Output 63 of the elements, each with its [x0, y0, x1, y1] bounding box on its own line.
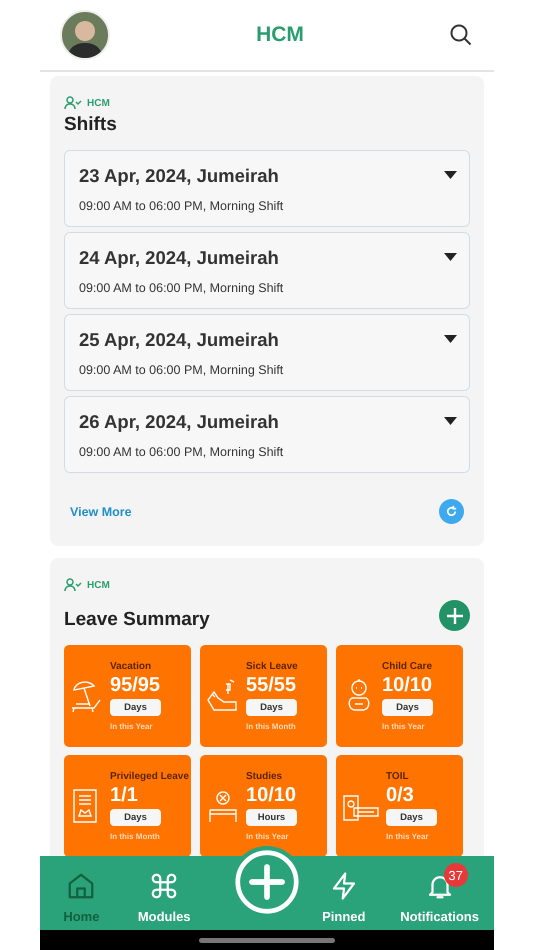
- caret-icon: [444, 253, 457, 261]
- leave-type: TOIL: [386, 771, 409, 782]
- leave-unit: Days: [382, 699, 433, 716]
- leave-tile[interactable]: TOIL 0/3 Days In this Year: [336, 755, 463, 856]
- leave-balance: 55/55: [246, 674, 296, 697]
- leave-period: In this Year: [382, 722, 425, 731]
- shift-date: 26 Apr, 2024, Jumeirah: [79, 410, 279, 432]
- leave-unit: Hours: [246, 809, 297, 826]
- module-label: HCM: [87, 580, 110, 590]
- leave-tile[interactable]: Child Care 10/10 Days In this Year: [336, 645, 463, 747]
- card-title: Shifts: [64, 114, 118, 136]
- leave-unit: Days: [246, 699, 297, 716]
- caret-icon: [444, 335, 457, 343]
- leave-balance: 10/10: [246, 784, 296, 807]
- leave-tile[interactable]: Vacation 95/95 Days In this Year: [64, 645, 191, 747]
- leave-type: Privileged Leave: [110, 771, 189, 782]
- user-check-icon: [64, 96, 82, 110]
- leave-unit: Days: [110, 699, 161, 716]
- shift-time: 09:00 AM to 06:00 PM, Morning Shift: [79, 362, 284, 376]
- leave-balance: 95/95: [110, 674, 160, 697]
- leave-tile[interactable]: Sick Leave 55/55 Days In this Month: [200, 645, 327, 747]
- command-icon: [149, 871, 180, 901]
- leave-period: In this Year: [110, 722, 153, 731]
- leave-tile[interactable]: Privileged Leave 1/1 Days In this Month: [64, 755, 191, 856]
- shift-dropdown[interactable]: 25 Apr, 2024, Jumeirah 09:00 AM to 06:00 PM, Morning Shift: [64, 314, 470, 391]
- avatar[interactable]: [60, 10, 110, 60]
- leave-type: Child Care: [382, 661, 432, 672]
- app-title: HCM: [256, 23, 304, 47]
- user-check-icon: [64, 578, 82, 592]
- card-title: Leave Summary: [64, 609, 210, 631]
- shift-dropdown[interactable]: 24 Apr, 2024, Jumeirah 09:00 AM to 06:00 PM, Morning Shift: [64, 232, 470, 309]
- caret-icon: [444, 417, 457, 425]
- shift-dropdown[interactable]: 26 Apr, 2024, Jumeirah 09:00 AM to 06:00 PM, Morning Shift: [64, 396, 470, 473]
- home-icon: [66, 871, 96, 901]
- leave-balance: 0/3: [386, 784, 414, 807]
- notification-badge: 37: [444, 863, 468, 887]
- leave-tile[interactable]: Studies 10/10 Hours In this Year: [200, 755, 327, 856]
- shift-dropdown[interactable]: 23 Apr, 2024, Jumeirah 09:00 AM to 06:00 PM, Morning Shift: [64, 150, 470, 227]
- module-label: HCM: [87, 98, 110, 108]
- plus-icon: [234, 849, 300, 915]
- leave-period: In this Year: [386, 832, 429, 841]
- leave-type: Studies: [246, 771, 282, 782]
- shift-date: 24 Apr, 2024, Jumeirah: [79, 246, 279, 268]
- add-leave-button[interactable]: [439, 600, 470, 631]
- leave-period: In this Month: [246, 722, 296, 731]
- shift-date: 23 Apr, 2024, Jumeirah: [79, 164, 279, 186]
- shift-time: 09:00 AM to 06:00 PM, Morning Shift: [79, 280, 284, 294]
- caret-icon: [444, 171, 457, 179]
- leave-period: In this Month: [110, 832, 160, 841]
- leave-type: Vacation: [110, 661, 152, 672]
- leave-unit: Days: [386, 809, 437, 826]
- leave-unit: Days: [110, 809, 161, 826]
- shift-date: 25 Apr, 2024, Jumeirah: [79, 328, 279, 350]
- leave-balance: 1/1: [110, 784, 138, 807]
- refresh-icon: [445, 505, 458, 518]
- shift-time: 09:00 AM to 06:00 PM, Morning Shift: [79, 444, 284, 458]
- leave-type: Sick Leave: [246, 661, 298, 672]
- leave-period: In this Year: [246, 832, 289, 841]
- search-icon[interactable]: [450, 24, 472, 46]
- shift-time: 09:00 AM to 06:00 PM, Morning Shift: [79, 198, 284, 212]
- plus-icon: [446, 606, 464, 624]
- leave-balance: 10/10: [382, 674, 432, 697]
- refresh-button[interactable]: [439, 499, 464, 524]
